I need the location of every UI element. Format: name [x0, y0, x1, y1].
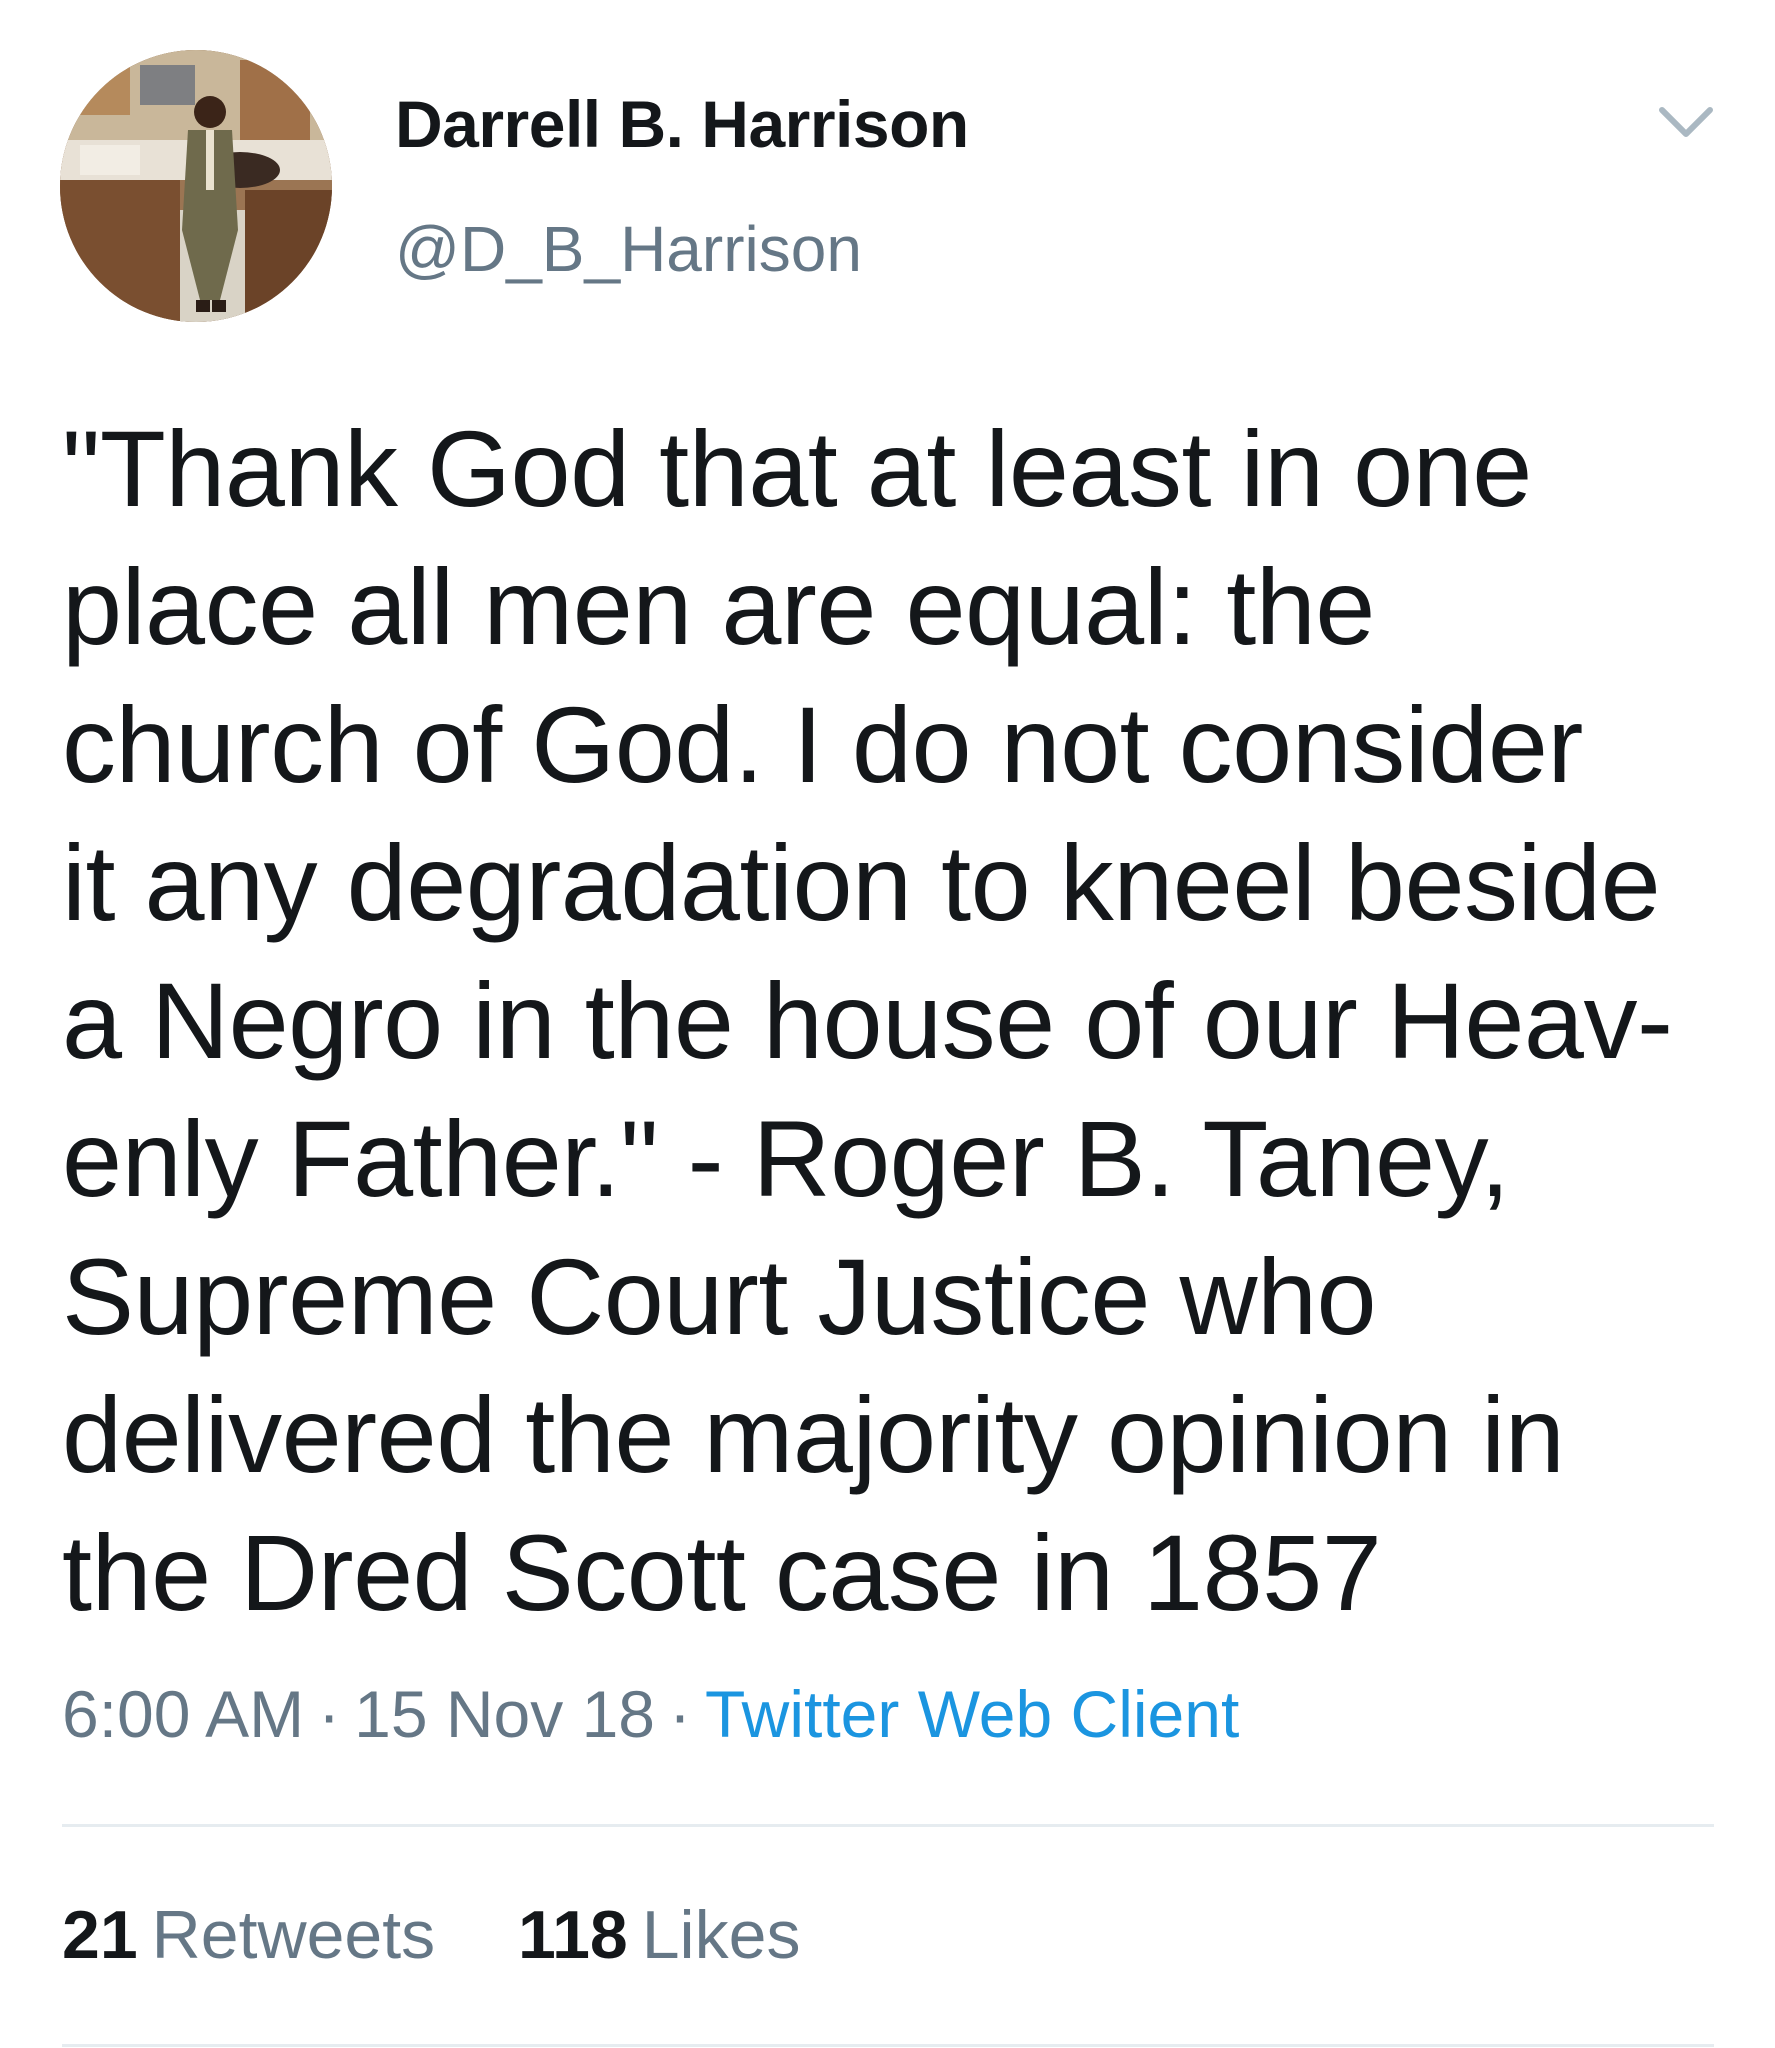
tweet-text-line: church of God. I do not consider [62, 684, 1583, 805]
likes-label: Likes [641, 1897, 801, 1973]
tweet-text: "Thank God that at least in one place al… [62, 400, 1752, 1642]
tweet-text-line: it any degradation to kneel beside [62, 822, 1661, 943]
likes-stat[interactable]: 118 Likes [518, 1896, 800, 1974]
avatar[interactable] [60, 50, 332, 322]
retweets-count: 21 [62, 1897, 138, 1973]
tweet-text-line: place all men are equal: the [62, 546, 1375, 667]
tweet-text-line: "Thank God that at least in one [62, 408, 1532, 529]
tweet-meta: 6:00 AM · 15 Nov 18 · Twitter Web Client [62, 1676, 1239, 1752]
retweets-stat[interactable]: 21 Retweets [62, 1896, 435, 1974]
author-display-name[interactable]: Darrell B. Harrison [395, 86, 969, 162]
tweet: Darrell B. Harrison @D_B_Harrison "Thank… [0, 0, 1775, 2048]
tweet-text-line: enly Father." - Roger B. Taney, [62, 1098, 1510, 1219]
meta-separator: · [669, 1677, 691, 1751]
tweet-text-line: the Dred Scott case in 1857 [62, 1512, 1382, 1633]
tweet-date[interactable]: 15 Nov 18 [354, 1677, 655, 1751]
tweet-time[interactable]: 6:00 AM [62, 1677, 304, 1751]
meta-separator: · [318, 1677, 341, 1751]
tweet-source-link[interactable]: Twitter Web Client [705, 1677, 1239, 1751]
tweet-text-line: a Negro in the house of our Heav- [62, 960, 1673, 1081]
author-handle[interactable]: @D_B_Harrison [395, 212, 862, 286]
user-avatar-photo-icon [60, 50, 332, 322]
retweets-label: Retweets [151, 1897, 436, 1973]
divider [62, 1824, 1714, 1827]
divider [62, 2044, 1714, 2047]
tweet-text-line: delivered the majority opinion in [62, 1374, 1565, 1495]
likes-count: 118 [518, 1897, 628, 1973]
tweet-stats: 21 Retweets 118 Likes [62, 1896, 864, 1974]
chevron-down-icon[interactable] [1656, 96, 1716, 148]
tweet-text-line: Supreme Court Justice who [62, 1236, 1377, 1357]
